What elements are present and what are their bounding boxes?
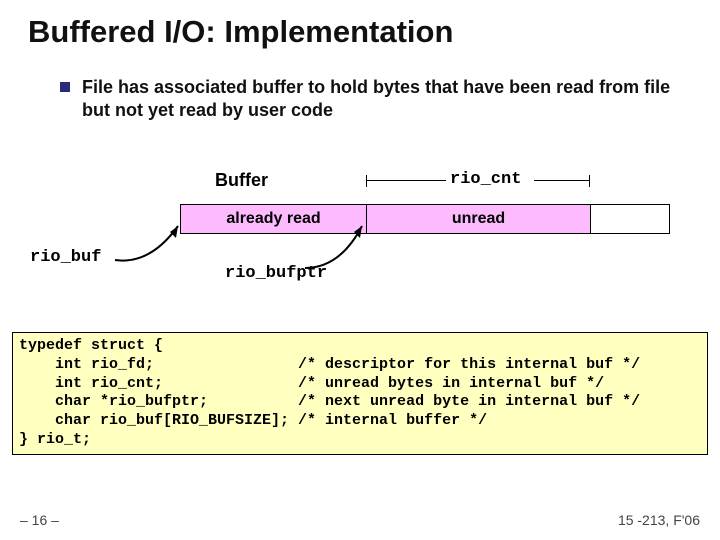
arrow-riobuf-icon — [110, 220, 200, 270]
segment-empty — [591, 205, 669, 233]
buffer-diagram: Buffer rio_cnt already read unread rio_b… — [0, 170, 720, 200]
buffer-label: Buffer — [215, 170, 268, 191]
bullet-item: File has associated buffer to hold bytes… — [0, 50, 720, 123]
riocnt-extent-left — [366, 180, 446, 181]
arrow-riobufptr-icon — [300, 220, 390, 275]
page-number: – 16 – — [20, 512, 59, 528]
rio-cnt-label: rio_cnt — [450, 170, 521, 189]
course-tag: 15 -213, F'06 — [618, 512, 700, 528]
bullet-square-icon — [60, 82, 70, 92]
slide-title: Buffered I/O: Implementation — [0, 0, 720, 50]
bullet-text: File has associated buffer to hold bytes… — [82, 76, 690, 123]
rio-buf-label: rio_buf — [30, 248, 101, 267]
buffer-box: already read unread — [180, 204, 670, 234]
code-struct: typedef struct { int rio_fd; /* descript… — [12, 332, 708, 455]
footer: – 16 – 15 -213, F'06 — [20, 512, 700, 528]
segment-unread: unread — [367, 205, 591, 233]
riocnt-extent-right — [534, 180, 590, 181]
